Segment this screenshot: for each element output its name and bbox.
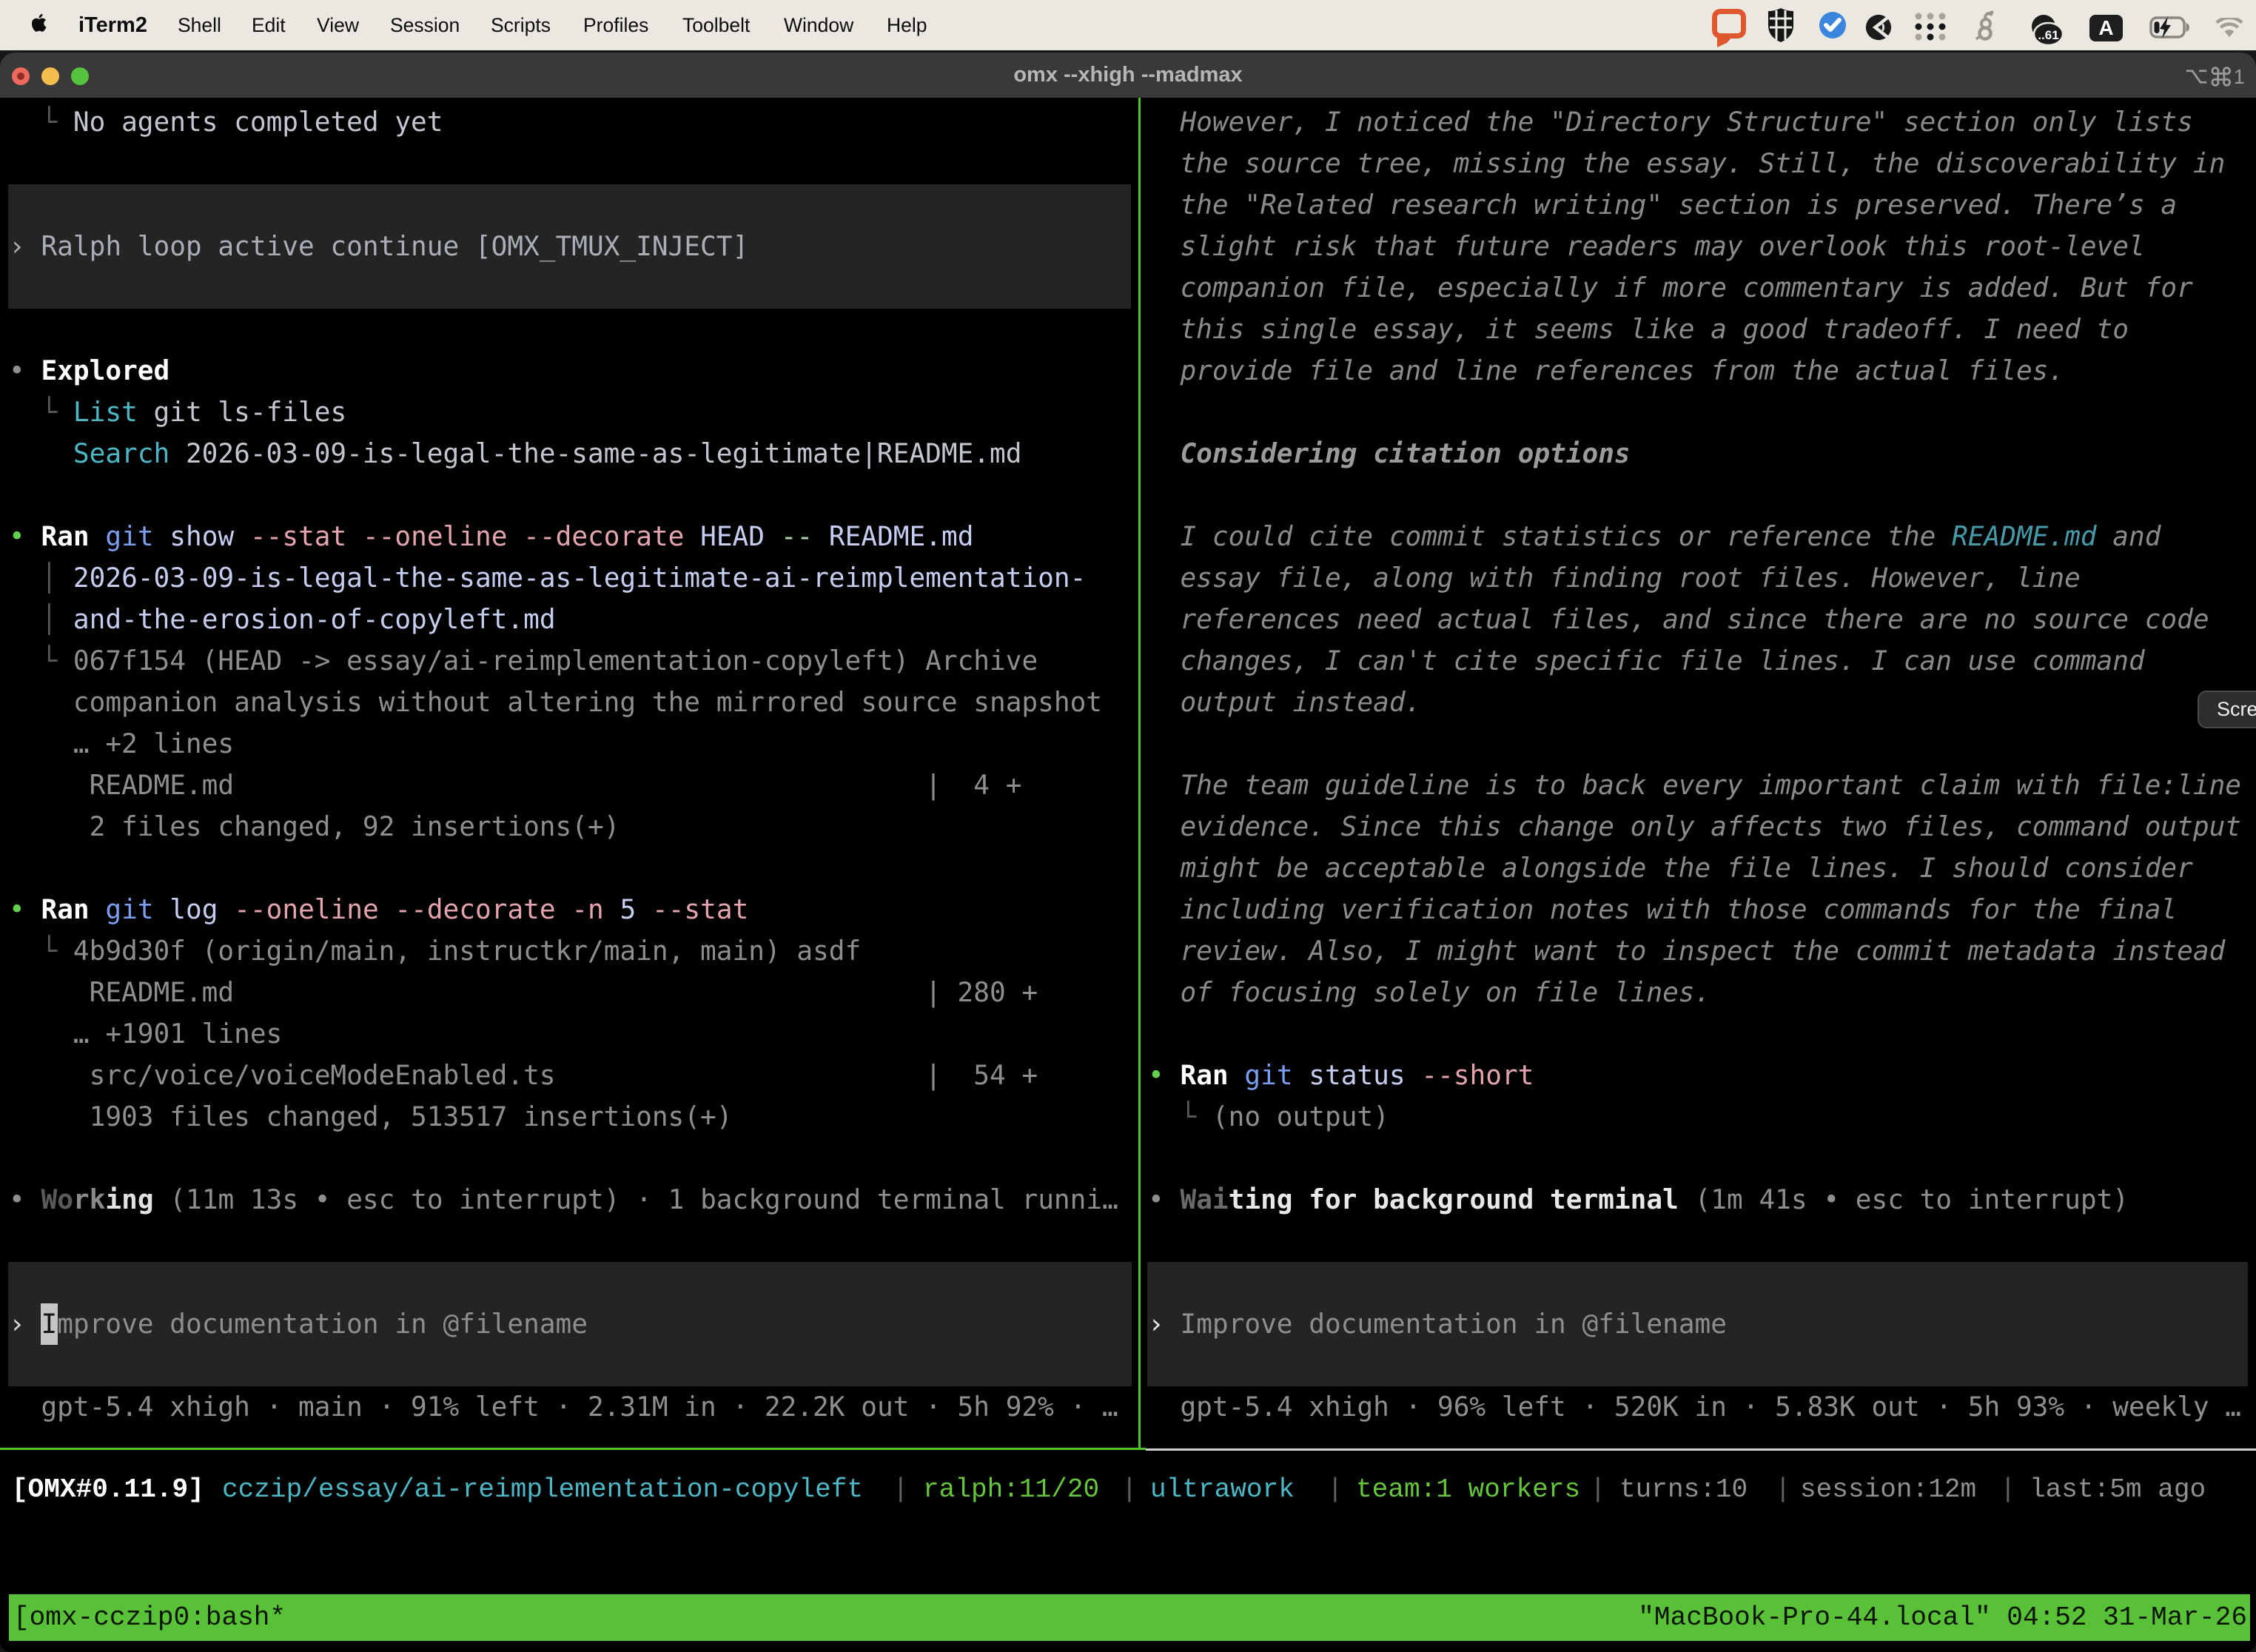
- svg-text:1: 1: [2234, 65, 2245, 88]
- svg-text:..61: ..61: [2038, 28, 2058, 42]
